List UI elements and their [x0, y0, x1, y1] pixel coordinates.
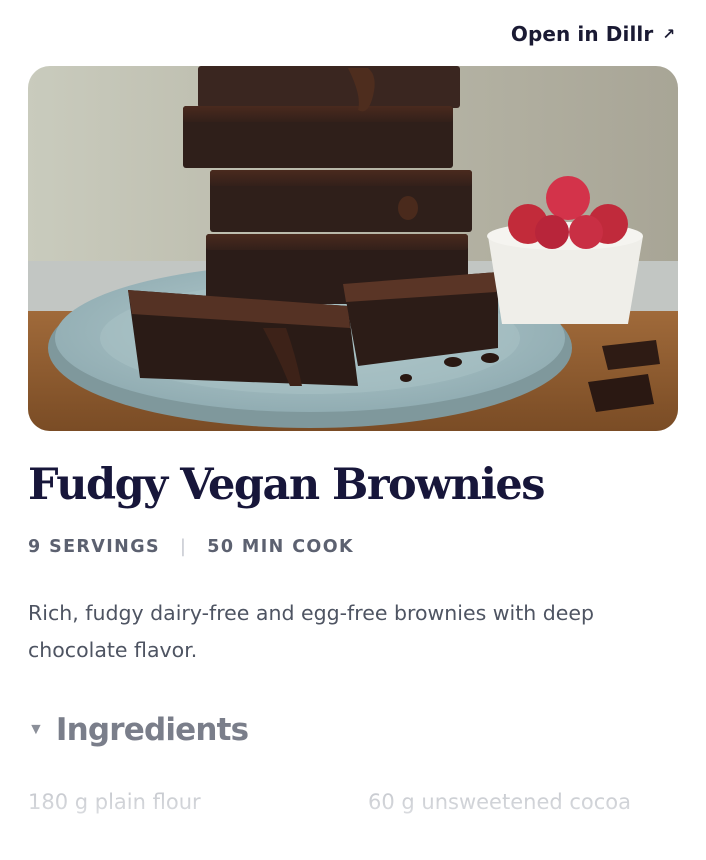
- ingredient-item: 180 g plain flour: [28, 790, 201, 814]
- recipe-title: Fudgy Vegan Brownies: [28, 460, 545, 510]
- ingredient-item: 60 g unsweetened cocoa: [368, 790, 632, 814]
- cook-time: 50 MIN COOK: [207, 537, 354, 557]
- recipe-hero-image: [28, 66, 678, 431]
- meta-separator: |: [179, 537, 188, 557]
- ingredients-section-toggle[interactable]: ▼ Ingredients: [28, 712, 249, 748]
- ingredients-heading: Ingredients: [55, 712, 249, 748]
- open-in-dillr-label: Open in Dillr: [510, 22, 654, 46]
- servings-count: 9 SERVINGS: [28, 537, 160, 557]
- recipe-meta: 9 SERVINGS | 50 MIN COOK: [28, 537, 354, 557]
- ingredients-list: 180 g plain flour 60 g unsweetened cocoa: [0, 786, 706, 860]
- open-in-dillr-link[interactable]: Open in Dillr ↗: [511, 22, 675, 46]
- triangle-down-icon: ▼: [28, 721, 44, 738]
- recipe-description: Rich, fudgy dairy-free and egg-free brow…: [28, 601, 595, 662]
- external-arrow-icon: ↗: [662, 25, 675, 43]
